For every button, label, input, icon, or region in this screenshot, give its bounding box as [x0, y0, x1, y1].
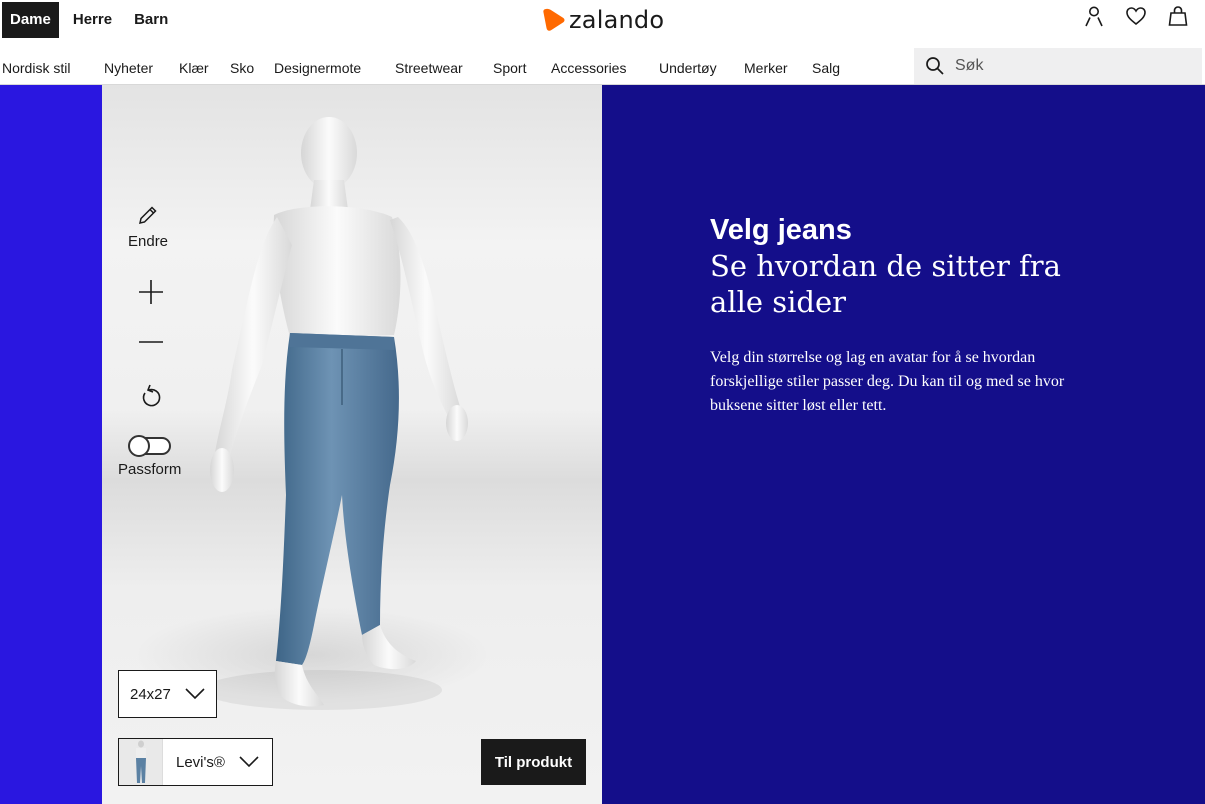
nav-sko[interactable]: Sko	[230, 60, 254, 76]
avatar-viewer[interactable]: Endre Passform 24x27 Levi's® Til produkt	[102, 85, 602, 804]
promo-panel: Velg jeans Se hvordan de sitter fra alle…	[602, 85, 1205, 804]
plus-icon	[139, 280, 163, 304]
zalando-logo[interactable]: zalando	[541, 6, 664, 34]
search-bar[interactable]	[914, 48, 1202, 84]
jeans-thumbnail-icon	[135, 740, 146, 783]
pencil-icon	[139, 206, 157, 224]
user-icon[interactable]	[1083, 5, 1105, 27]
search-icon	[926, 57, 944, 75]
top-header: Dame Herre Barn zalando	[0, 0, 1205, 40]
fit-label: Passform	[118, 461, 182, 478]
avatar-figure[interactable]	[202, 105, 482, 715]
bag-icon[interactable]	[1167, 5, 1189, 27]
nav-designermote[interactable]: Designermote	[274, 60, 361, 76]
category-nav: Nordisk stil Nyheter Klær Sko Designermo…	[0, 52, 912, 82]
brand-value: Levi's®	[176, 753, 225, 771]
nav-nyheter[interactable]: Nyheter	[104, 60, 153, 76]
zalando-logo-icon	[543, 8, 565, 31]
product-thumbnail	[119, 739, 163, 785]
nav-nordisk-stil[interactable]: Nordisk stil	[2, 60, 70, 76]
chevron-down-icon	[239, 756, 259, 768]
zoom-out-button[interactable]	[138, 337, 164, 347]
promo-body: Velg din størrelse og lag en avatar for …	[710, 349, 1065, 414]
zoom-in-button[interactable]	[138, 279, 164, 305]
promo-subtitle: Se hvordan de sitter fra alle sider	[710, 249, 1061, 319]
chevron-down-icon	[185, 688, 205, 700]
edit-label: Endre	[128, 233, 169, 250]
promo-content: Velg jeans Se hvordan de sitter fra alle…	[710, 212, 1110, 418]
heart-icon[interactable]	[1125, 5, 1147, 27]
nav-merker[interactable]: Merker	[744, 60, 788, 76]
minus-icon	[139, 341, 163, 343]
nav-accessories[interactable]: Accessories	[551, 60, 626, 76]
nav-klaer[interactable]: Klær	[179, 60, 209, 76]
size-value: 24x27	[130, 685, 171, 703]
brand-name: zalando	[569, 6, 665, 34]
size-dropdown[interactable]: 24x27	[118, 670, 217, 718]
tab-herre[interactable]: Herre	[65, 2, 120, 38]
tab-barn[interactable]: Barn	[126, 2, 176, 38]
nav-undertoy[interactable]: Undertøy	[659, 60, 717, 76]
fit-toggle[interactable]: Passform	[118, 435, 182, 478]
left-accent-strip	[0, 85, 102, 804]
nav-streetwear[interactable]: Streetwear	[395, 60, 463, 76]
rotate-icon	[142, 384, 161, 407]
rotate-button[interactable]	[140, 383, 164, 409]
promo-title: Velg jeans	[710, 214, 852, 246]
tab-dame[interactable]: Dame	[2, 2, 59, 38]
nav-sport[interactable]: Sport	[493, 60, 526, 76]
fit-toggle-switch[interactable]	[127, 435, 171, 457]
search-input[interactable]	[955, 57, 1185, 75]
to-product-button[interactable]: Til produkt	[481, 739, 586, 785]
brand-dropdown[interactable]: Levi's®	[118, 738, 273, 786]
nav-salg[interactable]: Salg	[812, 60, 840, 76]
gender-tabs: Dame Herre Barn	[2, 2, 182, 38]
edit-avatar-button[interactable]: Endre	[128, 203, 168, 250]
toggle-knob	[127, 435, 150, 457]
header-actions	[1063, 5, 1189, 27]
